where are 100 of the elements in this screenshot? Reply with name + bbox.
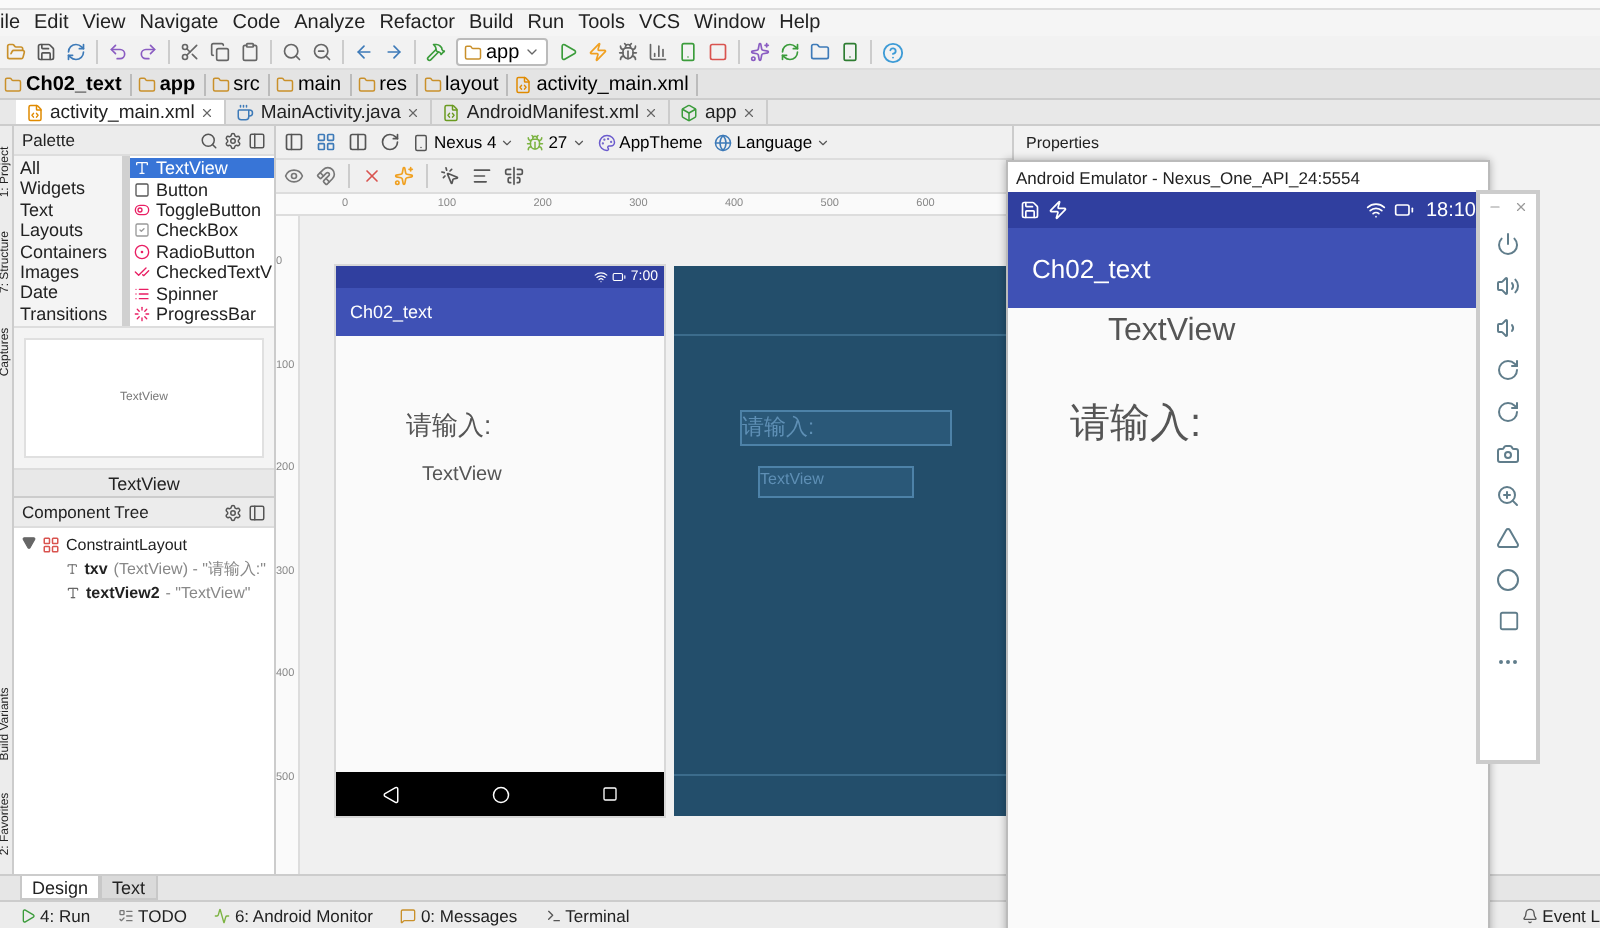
back-icon[interactable]: [354, 42, 374, 62]
menu-item[interactable]: Refactor: [379, 11, 455, 35]
editor-tab[interactable]: app: [670, 100, 769, 124]
menu-item[interactable]: Window: [694, 11, 766, 35]
run-icon[interactable]: [557, 42, 578, 62]
expand-arrow-icon[interactable]: [22, 536, 36, 554]
palette-category[interactable]: Widgets: [20, 178, 116, 200]
menu-item[interactable]: Code: [232, 11, 281, 35]
search-icon[interactable]: [200, 131, 218, 149]
home-icon[interactable]: [1496, 568, 1520, 592]
palette-category[interactable]: Images: [20, 262, 116, 283]
blueprint-icon[interactable]: [316, 132, 336, 152]
palette-item[interactable]: ProgressBar: [130, 303, 274, 325]
tool-window-button[interactable]: 4: Run: [20, 905, 91, 925]
rotate-right-icon[interactable]: [1496, 400, 1520, 424]
tool-window-button[interactable]: Event L: [1522, 905, 1600, 925]
menu-item[interactable]: Build: [469, 11, 514, 35]
stop-icon[interactable]: [707, 42, 728, 62]
palette-category[interactable]: Text: [20, 199, 116, 221]
menu-item[interactable]: Tools: [578, 11, 625, 35]
tree-item[interactable]: ConstraintLayout: [22, 534, 266, 556]
search-icon[interactable]: [282, 42, 302, 62]
tree-item[interactable]: txv (TextView) - "请输入:": [22, 558, 266, 580]
align-icon[interactable]: [472, 166, 492, 186]
back-icon[interactable]: [1496, 526, 1520, 550]
palette-item[interactable]: CheckedTextV: [130, 261, 274, 283]
volume-down-icon[interactable]: [1496, 316, 1520, 340]
zoom-icon[interactable]: [1496, 484, 1520, 508]
prompt-label[interactable]: 请输入:: [406, 408, 492, 444]
locale-dropdown[interactable]: Language: [714, 132, 831, 152]
folder-icon[interactable]: [6, 42, 26, 62]
menu-item[interactable]: ile: [0, 11, 21, 35]
camera-icon[interactable]: [1496, 442, 1520, 466]
palette-category[interactable]: Transitions: [20, 303, 116, 325]
redo-icon[interactable]: [138, 42, 158, 62]
phone-icon[interactable]: [677, 42, 698, 62]
menu-item[interactable]: Run: [527, 11, 565, 35]
breadcrumb-item[interactable]: app: [137, 73, 206, 95]
editor-tab[interactable]: activity_main.xml: [16, 100, 227, 124]
menu-item[interactable]: Navigate: [139, 11, 219, 35]
breadcrumb-item[interactable]: src: [211, 73, 270, 95]
close-icon[interactable]: [1514, 200, 1528, 214]
palette-category[interactable]: Containers: [20, 241, 116, 263]
breadcrumb-item[interactable]: activity_main.xml: [514, 73, 699, 95]
device-icon[interactable]: [839, 42, 860, 62]
palette-item[interactable]: Button: [130, 178, 274, 200]
magnet-icon[interactable]: [316, 166, 336, 186]
palette-item[interactable]: ToggleButton: [130, 199, 274, 221]
breadcrumb-item[interactable]: Ch02_text: [4, 73, 132, 95]
bug-icon[interactable]: [617, 42, 638, 62]
editor-tab[interactable]: MainActivity.java: [226, 100, 433, 124]
power-icon[interactable]: [1496, 232, 1520, 256]
palette-category[interactable]: Date: [20, 282, 116, 304]
paste-icon[interactable]: [240, 42, 260, 62]
breadcrumb-item[interactable]: main: [275, 73, 352, 95]
palette-item[interactable]: TextView: [130, 158, 274, 179]
overview-icon[interactable]: [1497, 610, 1519, 632]
theme-dropdown[interactable]: AppTheme: [597, 132, 703, 152]
sync-icon[interactable]: [779, 42, 800, 62]
settings-icon[interactable]: [224, 131, 242, 149]
hammer-icon[interactable]: [426, 42, 446, 62]
editor-mode-tab[interactable]: Text: [100, 876, 158, 900]
menu-item[interactable]: Edit: [34, 11, 69, 35]
rotate-icon[interactable]: [380, 132, 400, 152]
palette-item[interactable]: RadioButton: [130, 241, 274, 262]
menu-item[interactable]: VCS: [638, 11, 681, 35]
volume-up-icon[interactable]: [1496, 274, 1520, 298]
text-view[interactable]: TextView: [422, 464, 502, 486]
save-icon[interactable]: [36, 42, 56, 62]
cut-icon[interactable]: [180, 42, 200, 62]
forward-icon[interactable]: [384, 42, 404, 62]
clear-icon[interactable]: [362, 166, 382, 186]
eye-icon[interactable]: [284, 166, 304, 186]
breadcrumb-item[interactable]: res: [357, 73, 418, 95]
undo-icon[interactable]: [108, 42, 128, 62]
chart-icon[interactable]: [647, 42, 668, 62]
sync-icon[interactable]: [66, 42, 86, 62]
tool-window-button[interactable]: 0: Messages: [400, 905, 518, 925]
palette-category[interactable]: Layouts: [20, 220, 116, 242]
copy-icon[interactable]: [210, 42, 230, 62]
help-icon[interactable]: [881, 41, 904, 63]
editor-mode-tab[interactable]: Design: [20, 876, 101, 900]
tool-window-button[interactable]: Terminal: [545, 905, 630, 925]
palette-item[interactable]: Spinner: [130, 282, 274, 304]
menu-item[interactable]: Help: [779, 11, 821, 35]
palette-category[interactable]: All: [20, 158, 116, 179]
tool-window-button[interactable]: TODO: [118, 905, 187, 925]
device-dropdown[interactable]: Nexus 4: [412, 132, 515, 152]
run-config-dropdown[interactable]: app: [456, 38, 548, 66]
api-dropdown[interactable]: 27: [526, 132, 586, 152]
editor-tab[interactable]: AndroidManifest.xml: [432, 100, 671, 124]
breadcrumb-item[interactable]: layout: [423, 73, 509, 95]
menu-item[interactable]: Analyze: [294, 11, 366, 35]
tree-item[interactable]: textView2 - "TextView": [22, 582, 266, 604]
folder-icon[interactable]: [809, 42, 830, 62]
settings-icon[interactable]: [224, 503, 242, 521]
menu-item[interactable]: View: [82, 11, 126, 35]
tool-window-button[interactable]: 6: Android Monitor: [214, 905, 373, 925]
rotate-left-icon[interactable]: [1496, 358, 1520, 382]
palette-item[interactable]: CheckBox: [130, 220, 274, 242]
